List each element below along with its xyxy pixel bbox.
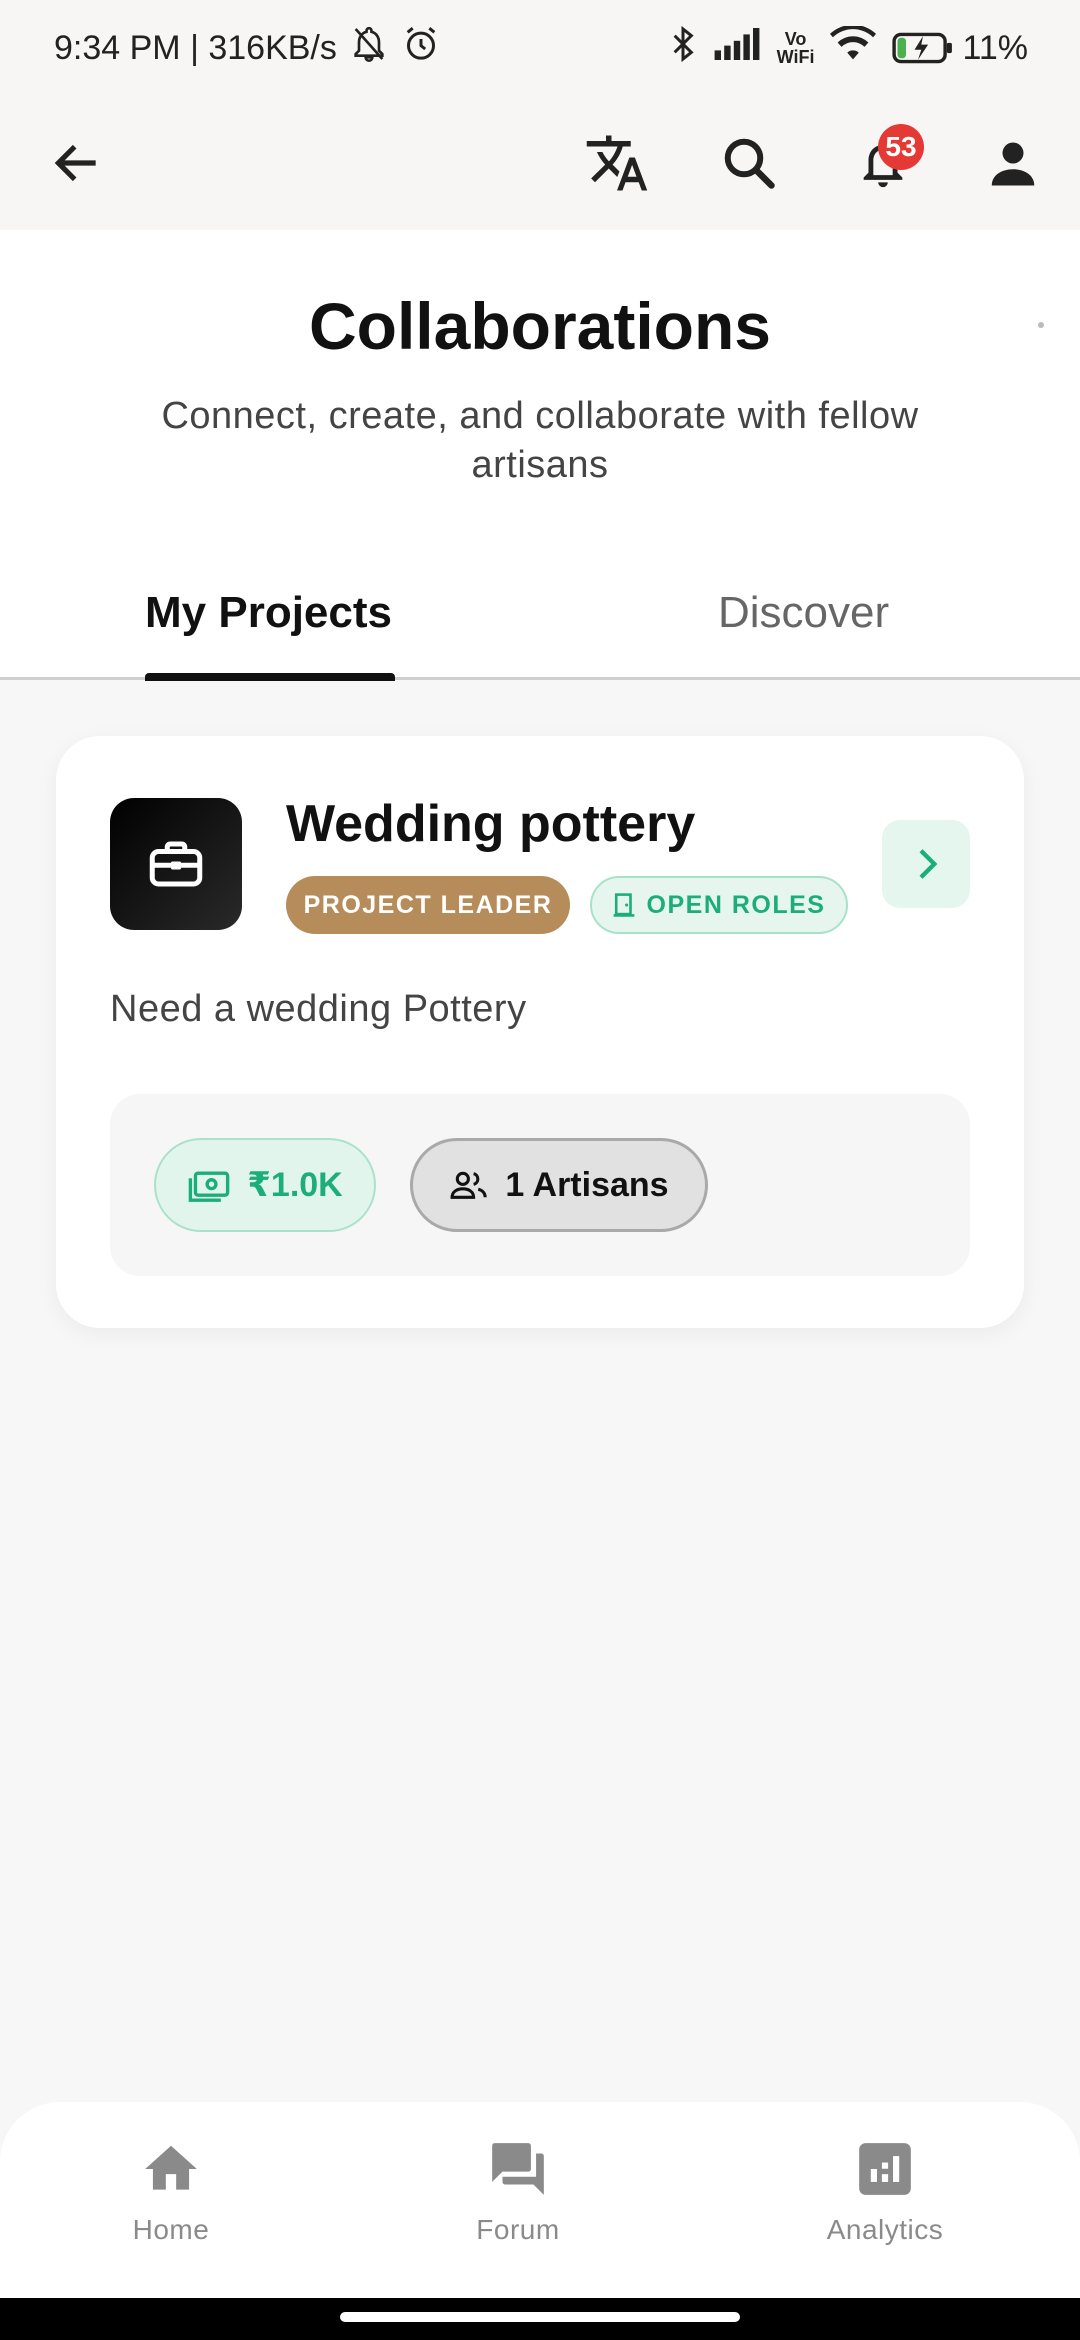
search-button[interactable] <box>704 118 794 208</box>
budget-chip: ₹1.0K <box>154 1138 376 1232</box>
battery-indicator: 11% <box>892 29 1028 68</box>
nav-forum-label: Forum <box>476 2214 560 2245</box>
notifications-button[interactable]: 53 <box>838 118 928 208</box>
chevron-right-icon <box>919 849 938 879</box>
back-arrow-icon <box>54 144 96 182</box>
person-icon <box>991 142 1035 186</box>
back-button[interactable] <box>32 118 122 208</box>
project-title: Wedding pottery <box>286 795 696 853</box>
budget-value: ₹1.0K <box>247 1166 343 1204</box>
page-title: Collaborations <box>308 289 772 363</box>
tab-my-projects[interactable]: My Projects <box>145 546 392 680</box>
nav-analytics[interactable]: Analytics <box>775 2138 995 2246</box>
home-gesture-bar[interactable] <box>340 2312 740 2322</box>
profile-button[interactable] <box>968 118 1058 208</box>
forum-icon <box>492 2143 544 2195</box>
translate-button[interactable] <box>572 118 662 208</box>
vowifi-icon: Vo WiFi <box>776 29 815 67</box>
page-header: Collaborations Connect, create, and coll… <box>0 230 1080 546</box>
open-project-button[interactable] <box>882 820 970 908</box>
project-icon-tile <box>110 798 242 930</box>
nav-forum[interactable]: Forum <box>408 2138 628 2246</box>
home-icon <box>145 2145 197 2190</box>
tab-bar: My Projects Discover <box>0 546 1080 681</box>
active-tab-indicator <box>145 673 395 681</box>
open-roles-badge: OPEN ROLES <box>590 876 848 934</box>
status-time-speed: 9:34 PM | 316KB/s <box>54 28 337 67</box>
nav-home[interactable]: Home <box>61 2138 281 2246</box>
battery-percent: 11% <box>962 28 1028 67</box>
door-icon <box>613 893 634 917</box>
search-icon <box>724 138 775 189</box>
briefcase-icon <box>149 841 203 887</box>
bottom-navigation: Home Forum Analytics <box>0 2102 1080 2298</box>
translate-icon <box>586 135 648 191</box>
bluetooth-icon <box>669 24 697 73</box>
alarm-icon <box>401 24 441 73</box>
signal-icon <box>713 27 761 70</box>
tab-discover[interactable]: Discover <box>718 546 889 680</box>
nav-analytics-label: Analytics <box>826 2214 944 2245</box>
page-subtitle: Connect, create, and collaborate with fe… <box>161 395 919 486</box>
bell-muted-icon <box>349 24 389 73</box>
money-icon <box>188 1171 230 1202</box>
nav-home-label: Home <box>132 2214 210 2245</box>
group-icon <box>450 1171 488 1199</box>
battery-charging-icon <box>892 32 953 64</box>
status-bar: 9:34 PM | 316KB/s Vo WiFi 11% <box>0 0 1080 96</box>
artisans-count: 1 Artisans <box>505 1165 669 1204</box>
wifi-icon <box>830 24 877 71</box>
app-bar: 53 <box>0 96 1080 230</box>
project-card[interactable]: Wedding pottery PROJECT LEADER OPEN ROLE… <box>56 736 1024 1328</box>
project-description: Need a wedding Pottery <box>110 988 527 1030</box>
artisans-chip: 1 Artisans <box>410 1138 708 1232</box>
decorative-dot <box>1038 322 1044 328</box>
notification-badge: 53 <box>878 124 924 170</box>
gesture-area <box>0 2298 1080 2340</box>
project-leader-badge: PROJECT LEADER <box>286 876 570 934</box>
open-roles-label: OPEN ROLES <box>646 890 826 919</box>
analytics-icon <box>859 2143 911 2195</box>
project-stats: ₹1.0K 1 Artisans <box>110 1094 970 1276</box>
